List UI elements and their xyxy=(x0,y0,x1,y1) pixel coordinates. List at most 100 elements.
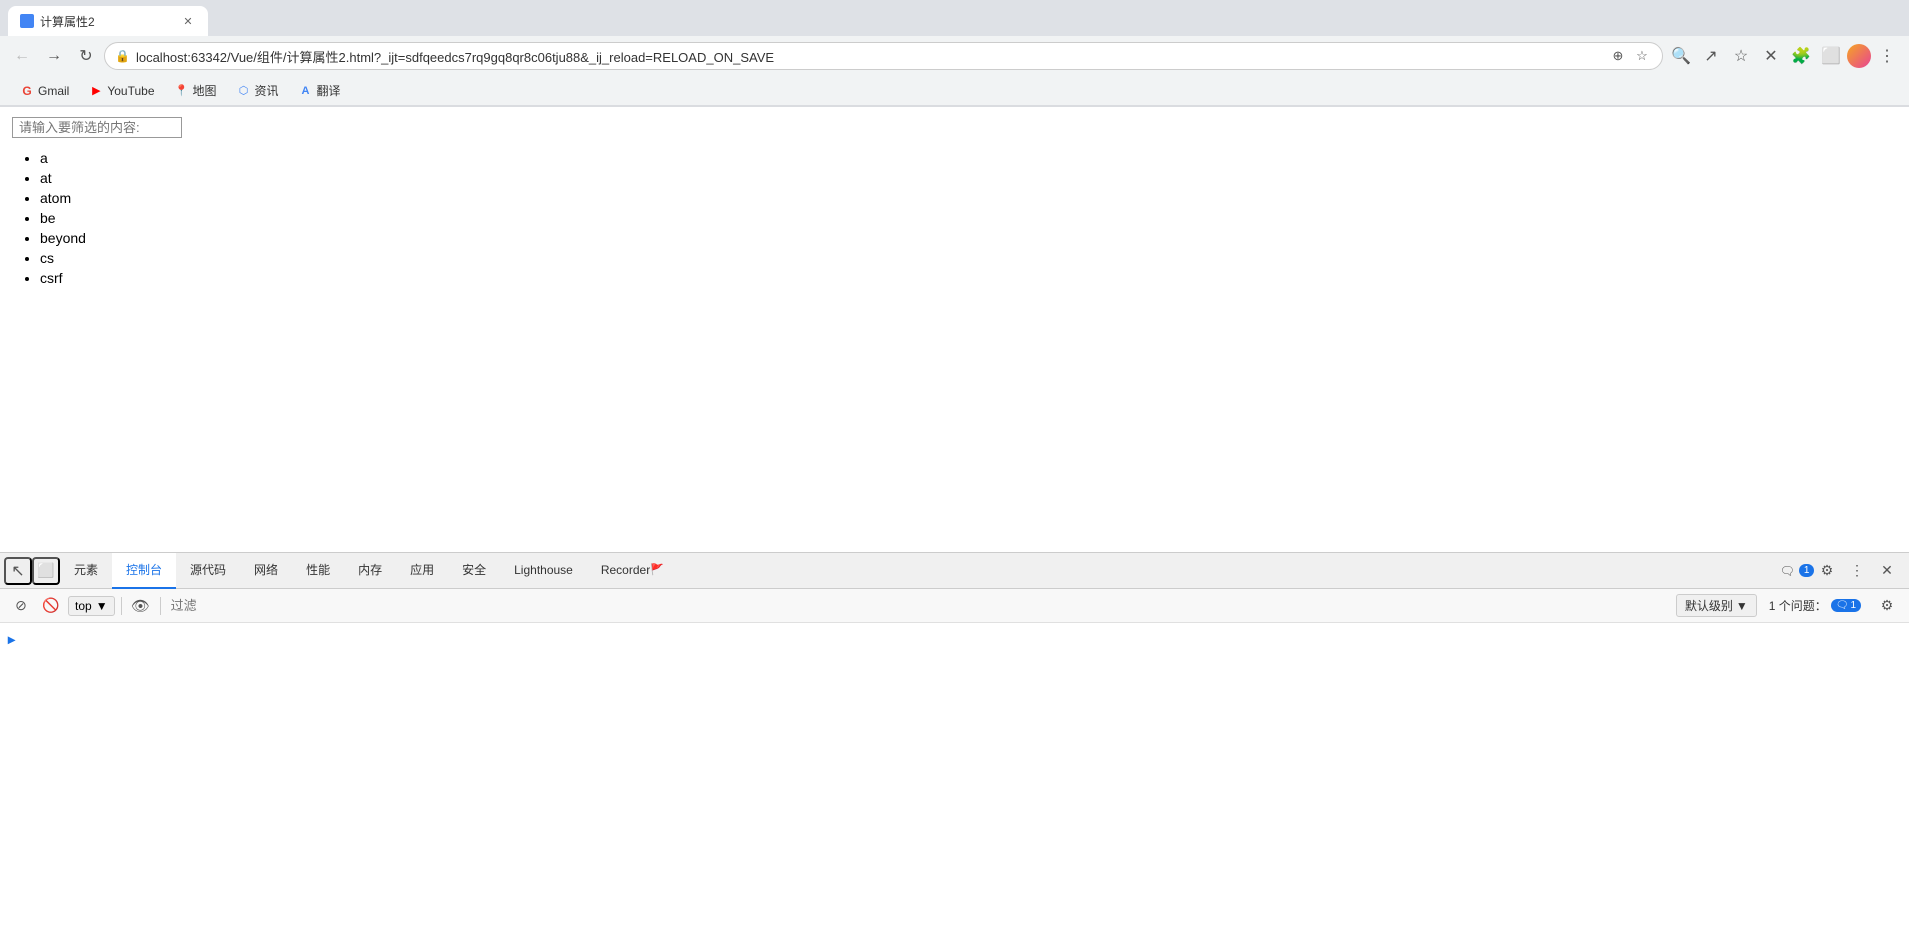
maps-icon: 📍 xyxy=(175,84,189,98)
devtools-device-button[interactable]: ⬜ xyxy=(32,557,60,585)
nav-right-buttons: 🔍 ↗ ☆ ✕ 🧩 ⬜ ⋮ xyxy=(1667,42,1901,70)
lock-icon: 🔒 xyxy=(115,49,130,63)
context-selector[interactable]: top ▼ xyxy=(68,596,115,616)
context-chevron-icon: ▼ xyxy=(96,599,108,613)
forward-button[interactable]: → xyxy=(40,42,68,70)
back-button[interactable]: ← xyxy=(8,42,36,70)
console-filter-input[interactable] xyxy=(167,595,922,617)
youtube-icon: ▶ xyxy=(89,84,103,98)
devtools-inspect-button[interactable]: ↖ xyxy=(4,557,32,585)
bookmarks-bar: G Gmail ▶ YouTube 📍 地图 ⬡ 资讯 A 翻译 xyxy=(0,76,1909,106)
split-screen-button[interactable]: ⬜ xyxy=(1817,42,1845,70)
tab-sources-label: 源代码 xyxy=(190,561,226,578)
list-item: a xyxy=(40,148,1897,168)
bookmark-maps[interactable]: 📍 地图 xyxy=(167,80,225,101)
bookmark-translate[interactable]: A 翻译 xyxy=(291,80,349,101)
tab-memory[interactable]: 内存 xyxy=(344,553,396,589)
list-item: be xyxy=(40,208,1897,228)
bookmark-gmail-label: Gmail xyxy=(38,84,69,98)
tab-network[interactable]: 网络 xyxy=(240,553,292,589)
tab-close-button[interactable]: ✕ xyxy=(180,13,196,29)
issues-label: 1 个问题： xyxy=(1769,597,1827,614)
context-label: top xyxy=(75,599,92,613)
tab-memory-label: 内存 xyxy=(358,561,382,578)
browser-chrome: 计算属性2 ✕ ← → ↻ 🔒 localhost:63342/Vue/组件/计… xyxy=(0,0,1909,107)
tab-application-label: 应用 xyxy=(410,561,434,578)
default-level-selector[interactable]: 默认级别 ▼ xyxy=(1676,594,1757,617)
devtools-tabs: ↖ ⬜ 元素 控制台 源代码 网络 性能 内存 应用 安全 Lighthouse xyxy=(0,553,1909,589)
avatar[interactable] xyxy=(1847,44,1871,68)
bookmark-button[interactable]: ☆ xyxy=(1727,42,1755,70)
tab-security[interactable]: 安全 xyxy=(448,553,500,589)
tab-application[interactable]: 应用 xyxy=(396,553,448,589)
menu-button[interactable]: ⋮ xyxy=(1873,42,1901,70)
console-prompt: ▸ xyxy=(8,627,1901,652)
bookmark-gmail[interactable]: G Gmail xyxy=(12,82,77,100)
list-item: at xyxy=(40,168,1897,188)
bookmark-resource-label: 资讯 xyxy=(255,82,279,99)
tab-favicon xyxy=(20,14,34,28)
devtools-console-issues-button[interactable]: 🗨 1 xyxy=(1783,557,1811,585)
devtools-close-button[interactable]: ✕ xyxy=(1873,557,1901,585)
tab-recorder[interactable]: Recorder 🚩 xyxy=(587,553,678,589)
screen-search-button[interactable]: 🔍 xyxy=(1667,42,1695,70)
bookmark-maps-label: 地图 xyxy=(193,82,217,99)
gmail-icon: G xyxy=(20,84,34,98)
item-list: aatatombebeyondcscsrf xyxy=(12,148,1897,288)
bookmark-star-icon[interactable]: ☆ xyxy=(1632,46,1652,66)
list-item: cs xyxy=(40,248,1897,268)
tab-elements[interactable]: 元素 xyxy=(60,553,112,589)
address-text: localhost:63342/Vue/组件/计算属性2.html?_ijt=s… xyxy=(136,47,1602,66)
tab-network-label: 网络 xyxy=(254,561,278,578)
translate-icon: A xyxy=(299,84,313,98)
browser-tab[interactable]: 计算属性2 ✕ xyxy=(8,6,208,36)
devtools-right-buttons: 🗨 1 ⚙ ⋮ ✕ xyxy=(1783,557,1905,585)
tab-console-label: 控制台 xyxy=(126,561,162,578)
list-item: csrf xyxy=(40,268,1897,288)
console-prompt-arrow: ▸ xyxy=(8,631,15,648)
reload-button[interactable]: ↻ xyxy=(72,42,100,70)
filter-input[interactable] xyxy=(12,117,182,138)
bookmark-youtube-label: YouTube xyxy=(107,84,154,98)
console-settings-button[interactable]: ⚙ xyxy=(1873,592,1901,620)
address-bar-icons: ⊕ ☆ xyxy=(1608,46,1652,66)
console-filter-button[interactable]: 🚫 xyxy=(38,593,64,619)
extensions-button[interactable]: 🧩 xyxy=(1787,42,1815,70)
tab-title: 计算属性2 xyxy=(40,13,174,30)
bookmark-youtube[interactable]: ▶ YouTube xyxy=(81,82,162,100)
list-item: atom xyxy=(40,188,1897,208)
eye-button[interactable]: 👁 xyxy=(128,593,154,619)
default-level-chevron-icon: ▼ xyxy=(1736,599,1748,613)
tab-sources[interactable]: 源代码 xyxy=(176,553,240,589)
bookmark-resource[interactable]: ⬡ 资讯 xyxy=(229,80,287,101)
nav-bar: ← → ↻ 🔒 localhost:63342/Vue/组件/计算属性2.htm… xyxy=(0,36,1909,76)
tab-security-label: 安全 xyxy=(462,561,486,578)
tab-console[interactable]: 控制台 xyxy=(112,553,176,589)
list-item: beyond xyxy=(40,228,1897,248)
issue-count: 1 xyxy=(1850,600,1856,611)
tab-lighthouse[interactable]: Lighthouse xyxy=(500,553,587,589)
bookmark-translate-label: 翻译 xyxy=(317,82,341,99)
issues-badge: 1 个问题： 🗨 1 xyxy=(1761,597,1869,614)
toolbar-divider-2 xyxy=(160,597,161,615)
tab-bar: 计算属性2 ✕ xyxy=(0,0,1909,36)
issue-icon: 🗨 xyxy=(1836,600,1849,611)
translate-page-icon[interactable]: ⊕ xyxy=(1608,46,1628,66)
console-clear-button[interactable]: ⊘ xyxy=(8,593,34,619)
devtools-more-button[interactable]: ⋮ xyxy=(1843,557,1871,585)
recorder-flag-icon: 🚩 xyxy=(650,563,664,576)
tab-recorder-label: Recorder xyxy=(601,563,650,577)
default-level-label: 默认级别 xyxy=(1685,597,1733,614)
tab-lighthouse-label: Lighthouse xyxy=(514,563,573,577)
tab-performance[interactable]: 性能 xyxy=(292,553,344,589)
devtools-panel: ↖ ⬜ 元素 控制台 源代码 网络 性能 内存 应用 安全 Lighthouse xyxy=(0,552,1909,942)
issue-count-badge[interactable]: 🗨 1 xyxy=(1831,599,1861,612)
devtools-settings-button[interactable]: ⚙ xyxy=(1813,557,1841,585)
tab-elements-label: 元素 xyxy=(74,561,98,578)
devtools-toolbar: ⊘ 🚫 top ▼ 👁 默认级别 ▼ 1 个问题： 🗨 1 ⚙ xyxy=(0,589,1909,623)
share-button[interactable]: ↗ xyxy=(1697,42,1725,70)
page-content: aatatombebeyondcscsrf xyxy=(0,107,1909,553)
toolbar-divider xyxy=(121,597,122,615)
close-tab-button[interactable]: ✕ xyxy=(1757,42,1785,70)
address-bar[interactable]: 🔒 localhost:63342/Vue/组件/计算属性2.html?_ijt… xyxy=(104,42,1663,70)
